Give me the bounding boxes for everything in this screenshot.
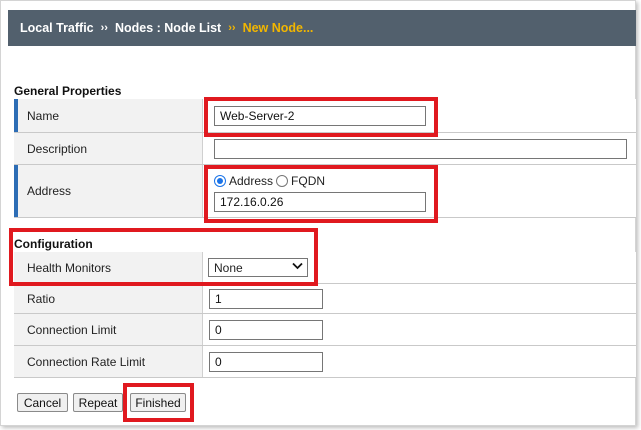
repeat-button[interactable]: Repeat <box>73 393 123 412</box>
address-input[interactable] <box>214 192 426 212</box>
section-title-general: General Properties <box>14 84 122 98</box>
address-type-radios: Address FQDN <box>214 174 325 188</box>
health-monitors-value: None <box>214 260 243 275</box>
chevron-down-icon <box>292 262 303 273</box>
name-input[interactable] <box>214 106 426 126</box>
ratio-label: Ratio <box>14 284 203 313</box>
connection-limit-input[interactable] <box>209 320 323 340</box>
breadcrumb-node-list[interactable]: Nodes : Node List <box>115 21 221 35</box>
health-monitors-label: Health Monitors <box>14 252 203 283</box>
fqdn-radio[interactable] <box>276 175 289 187</box>
breadcrumb: Local Traffic ›› Nodes : Node List ›› Ne… <box>8 10 636 46</box>
connection-rate-limit-row: Connection Rate Limit <box>14 346 636 378</box>
finished-button[interactable]: Finished <box>130 393 186 412</box>
cancel-button[interactable]: Cancel <box>17 393 68 412</box>
description-input[interactable] <box>214 139 627 159</box>
connection-rate-limit-label: Connection Rate Limit <box>14 346 203 377</box>
address-label: Address <box>14 165 203 217</box>
health-monitors-row: Health Monitors <box>14 252 636 284</box>
breadcrumb-separator: ›› <box>100 22 108 34</box>
ratio-input[interactable] <box>209 289 323 309</box>
description-label: Description <box>14 133 203 164</box>
connection-rate-limit-input[interactable] <box>209 352 323 372</box>
ratio-row: Ratio <box>14 284 636 314</box>
address-radio[interactable] <box>214 175 226 187</box>
section-title-configuration: Configuration <box>14 237 93 251</box>
name-label: Name <box>14 99 203 132</box>
address-radio-label[interactable]: Address <box>229 174 273 188</box>
connection-limit-label: Connection Limit <box>14 314 203 345</box>
breadcrumb-local-traffic[interactable]: Local Traffic <box>20 21 94 35</box>
breadcrumb-current: New Node... <box>242 21 314 35</box>
health-monitors-select[interactable]: None <box>208 258 308 277</box>
breadcrumb-separator: ›› <box>228 22 236 34</box>
fqdn-radio-label[interactable]: FQDN <box>291 174 325 188</box>
connection-limit-row: Connection Limit <box>14 314 636 346</box>
